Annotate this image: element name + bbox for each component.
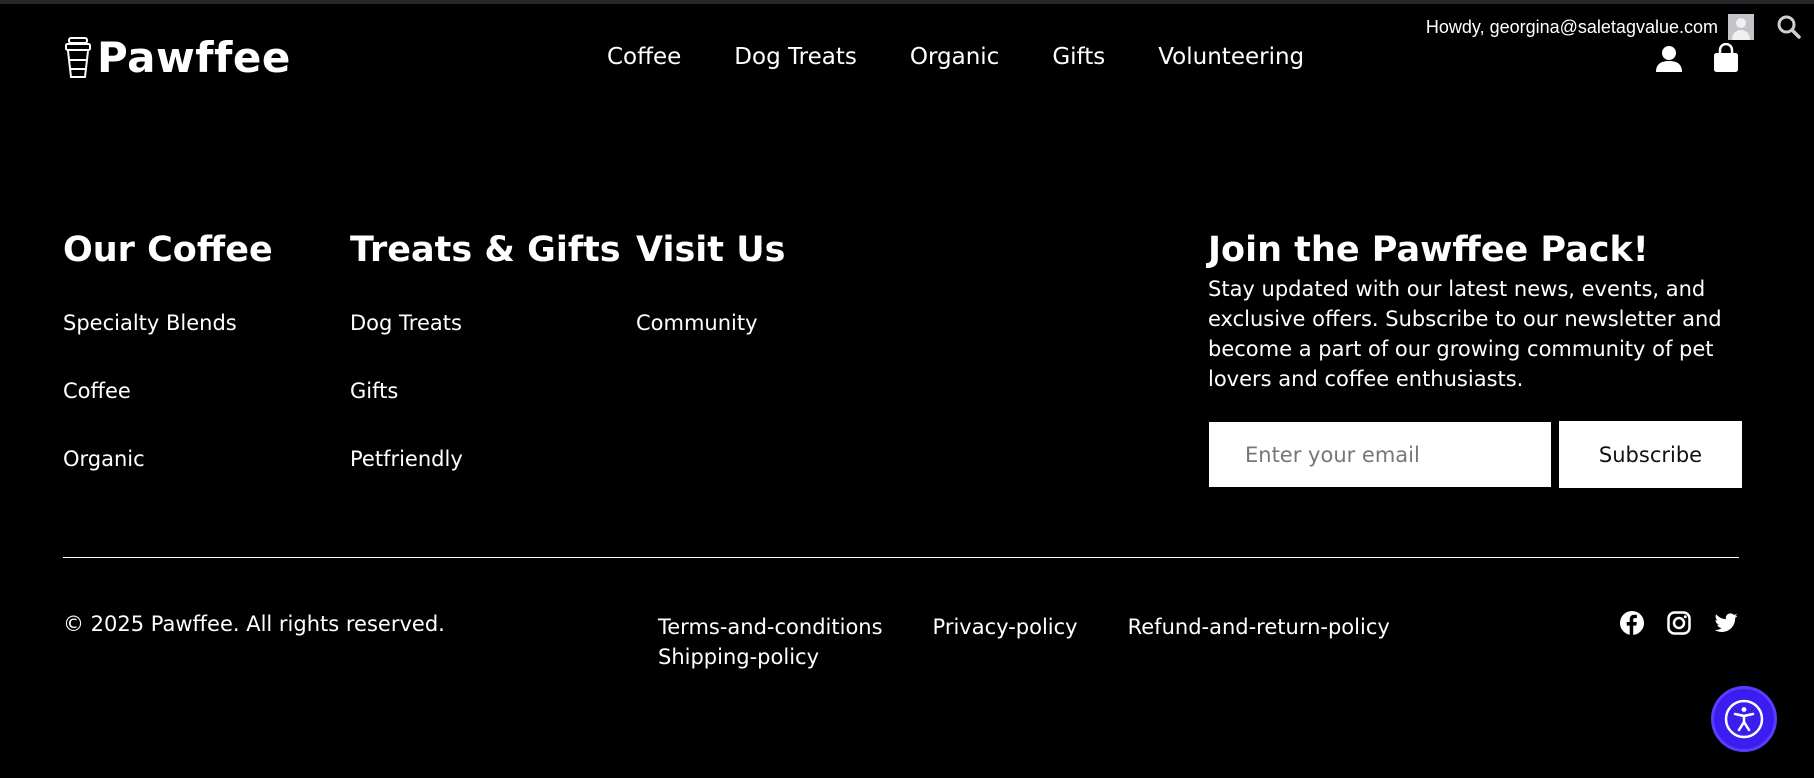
nav-coffee[interactable]: Coffee <box>607 44 681 70</box>
nav-dog-treats[interactable]: Dog Treats <box>734 44 857 70</box>
admin-bar-strip <box>0 0 1814 4</box>
footer-link-community[interactable]: Community <box>636 311 758 335</box>
accessibility-icon <box>1724 699 1764 739</box>
instagram-icon[interactable] <box>1666 610 1692 636</box>
link-shipping-policy[interactable]: Shipping-policy <box>658 642 819 672</box>
nav-gifts[interactable]: Gifts <box>1052 44 1105 70</box>
footer-column-our-coffee: Our Coffee Specialty Blends Coffee Organ… <box>63 228 273 515</box>
coffee-cup-icon <box>65 37 91 78</box>
footer-column-visit-us: Visit Us Community <box>636 228 785 379</box>
nav-organic[interactable]: Organic <box>910 44 999 70</box>
main-nav: Coffee Dog Treats Organic Gifts Voluntee… <box>607 44 1304 70</box>
link-refund-and-return-policy[interactable]: Refund-and-return-policy <box>1128 612 1390 642</box>
shopping-bag-icon[interactable] <box>1712 43 1740 73</box>
footer-link-coffee[interactable]: Coffee <box>63 379 131 403</box>
newsletter-description: Stay updated with our latest news, event… <box>1208 277 1722 391</box>
footer-link-gifts[interactable]: Gifts <box>350 379 398 403</box>
facebook-icon[interactable] <box>1619 610 1645 636</box>
copyright-text: © 2025 Pawffee. All rights reserved. <box>63 612 445 636</box>
email-field[interactable] <box>1209 422 1551 487</box>
accessibility-widget-button[interactable] <box>1711 686 1777 752</box>
footer-link-petfriendly[interactable]: Petfriendly <box>350 447 463 471</box>
nav-volunteering[interactable]: Volunteering <box>1158 44 1304 70</box>
newsletter-section: Join the Pawffee Pack! Stay updated with… <box>1208 228 1748 394</box>
admin-greeting: Howdy, georgina@saletagvalue.com <box>1425 16 1718 37</box>
policy-links: Terms-and-conditions Privacy-policy Refund… <box>658 612 1458 672</box>
user-icon[interactable] <box>1655 45 1683 73</box>
logo-text: Pawffee <box>97 33 291 82</box>
footer-heading-treats-gifts: Treats & Gifts <box>350 230 621 270</box>
footer-heading-our-coffee: Our Coffee <box>63 230 273 270</box>
subscribe-button[interactable]: Subscribe <box>1559 421 1742 488</box>
site-logo[interactable]: Pawffee <box>63 36 291 80</box>
search-icon[interactable] <box>1776 14 1802 40</box>
footer-link-organic[interactable]: Organic <box>63 447 145 471</box>
footer-column-treats-gifts: Treats & Gifts Dog Treats Gifts Petfrien… <box>350 228 621 515</box>
link-privacy-policy[interactable]: Privacy-policy <box>933 612 1078 642</box>
footer-link-specialty-blends[interactable]: Specialty Blends <box>63 311 237 335</box>
admin-account-menu[interactable]: Howdy, georgina@saletagvalue.com <box>1426 14 1754 40</box>
link-terms-and-conditions[interactable]: Terms-and-conditions <box>658 612 883 642</box>
avatar-icon <box>1728 14 1754 40</box>
twitter-icon[interactable] <box>1713 610 1739 636</box>
footer-heading-visit-us: Visit Us <box>636 230 786 270</box>
footer-divider <box>63 557 1739 558</box>
newsletter-title: Join the Pawffee Pack! <box>1208 230 1649 270</box>
footer-link-dog-treats[interactable]: Dog Treats <box>350 311 462 335</box>
